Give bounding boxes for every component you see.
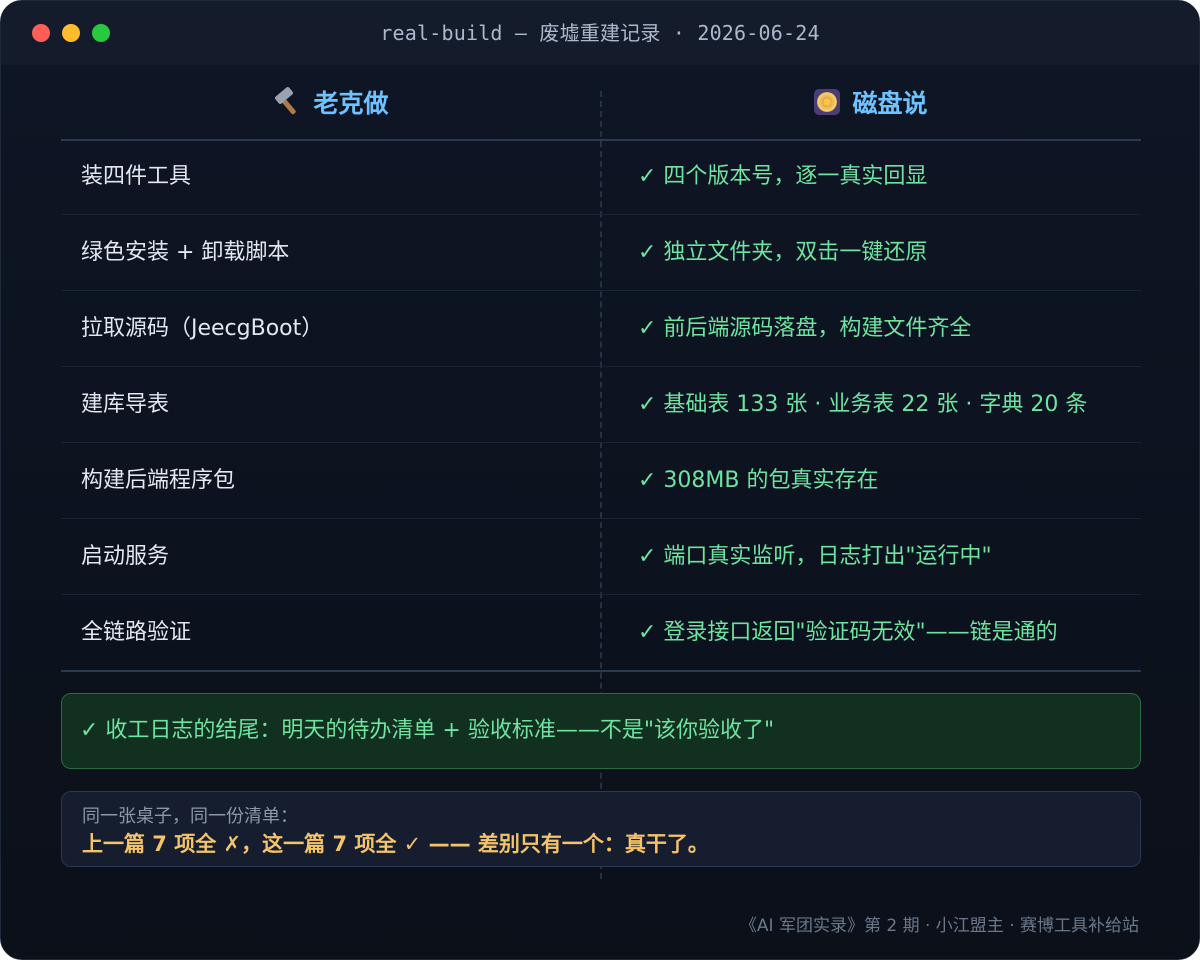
right-column-header: 磁盘说 <box>601 65 1141 139</box>
result-cell: ✓ 独立文件夹，双击一键还原 <box>638 240 928 265</box>
summary-callout: ✓ 收工日志的结尾：明天的待办清单 + 验收标准——不是"该你验收了" <box>61 693 1141 769</box>
window-title: real-build — 废墟重建记录 · 2026-06-24 <box>380 21 820 45</box>
hammer-icon <box>273 86 301 116</box>
footer-credit: 《AI 军团实录》第 2 期 · 小江盟主 · 赛博工具补给站 <box>739 916 1139 936</box>
right-header-label: 磁盘说 <box>852 89 928 118</box>
title-bar: real-build — 废墟重建记录 · 2026-06-24 <box>1 1 1199 65</box>
table-row: 建库导表 ✓ 基础表 133 张 · 业务表 22 张 · 字典 20 条 <box>61 367 1141 443</box>
action-cell: 构建后端程序包 <box>81 468 236 493</box>
left-header-label: 老克做 <box>313 89 389 118</box>
result-cell: ✓ 基础表 133 张 · 业务表 22 张 · 字典 20 条 <box>638 392 1088 417</box>
result-cell: ✓ 前后端源码落盘，构建文件齐全 <box>638 316 972 341</box>
action-cell: 装四件工具 <box>81 164 192 189</box>
result-cell: ✓ 308MB 的包真实存在 <box>638 468 879 493</box>
summary-callout-text: ✓ 收工日志的结尾：明天的待办清单 + 验收标准——不是"该你验收了" <box>80 718 775 743</box>
table-row: 构建后端程序包 ✓ 308MB 的包真实存在 <box>61 443 1141 519</box>
main-content: 老克做 磁盘说 装四件工具 ✓ 四个版本号，逐一真实回显 绿色安装 + 卸载脚本… <box>1 65 1199 959</box>
table-row: 全链路验证 ✓ 登录接口返回"验证码无效"——链是通的 <box>61 595 1141 672</box>
result-cell: ✓ 登录接口返回"验证码无效"——链是通的 <box>638 620 1058 645</box>
action-cell: 全链路验证 <box>81 620 192 645</box>
disc-icon <box>814 89 841 115</box>
result-cell: ✓ 端口真实监听，日志打出"运行中" <box>638 544 992 569</box>
action-cell: 建库导表 <box>81 392 170 417</box>
action-cell: 绿色安装 + 卸载脚本 <box>81 240 290 265</box>
table-row: 绿色安装 + 卸载脚本 ✓ 独立文件夹，双击一键还原 <box>61 215 1141 291</box>
note-intro: 同一张桌子，同一份清单： <box>82 806 298 827</box>
table-body: 装四件工具 ✓ 四个版本号，逐一真实回显 绿色安装 + 卸载脚本 ✓ 独立文件夹… <box>61 139 1141 672</box>
table-row: 启动服务 ✓ 端口真实监听，日志打出"运行中" <box>61 519 1141 595</box>
action-cell: 拉取源码（JeecgBoot） <box>81 316 324 341</box>
app-window: real-build — 废墟重建记录 · 2026-06-24 老克做 磁盘说… <box>0 0 1200 960</box>
action-cell: 启动服务 <box>81 544 170 569</box>
note-conclusion: 上一篇 7 项全 ✗，这一篇 7 项全 ✓ —— 差别只有一个：真干了。 <box>82 832 709 856</box>
table-header: 老克做 磁盘说 <box>61 65 1141 141</box>
table-row: 拉取源码（JeecgBoot） ✓ 前后端源码落盘，构建文件齐全 <box>61 291 1141 367</box>
table-row: 装四件工具 ✓ 四个版本号，逐一真实回显 <box>61 139 1141 215</box>
result-cell: ✓ 四个版本号，逐一真实回显 <box>638 164 928 189</box>
left-column-header: 老克做 <box>61 65 601 139</box>
comparison-note: 同一张桌子，同一份清单： 上一篇 7 项全 ✗，这一篇 7 项全 ✓ —— 差别… <box>61 791 1141 867</box>
